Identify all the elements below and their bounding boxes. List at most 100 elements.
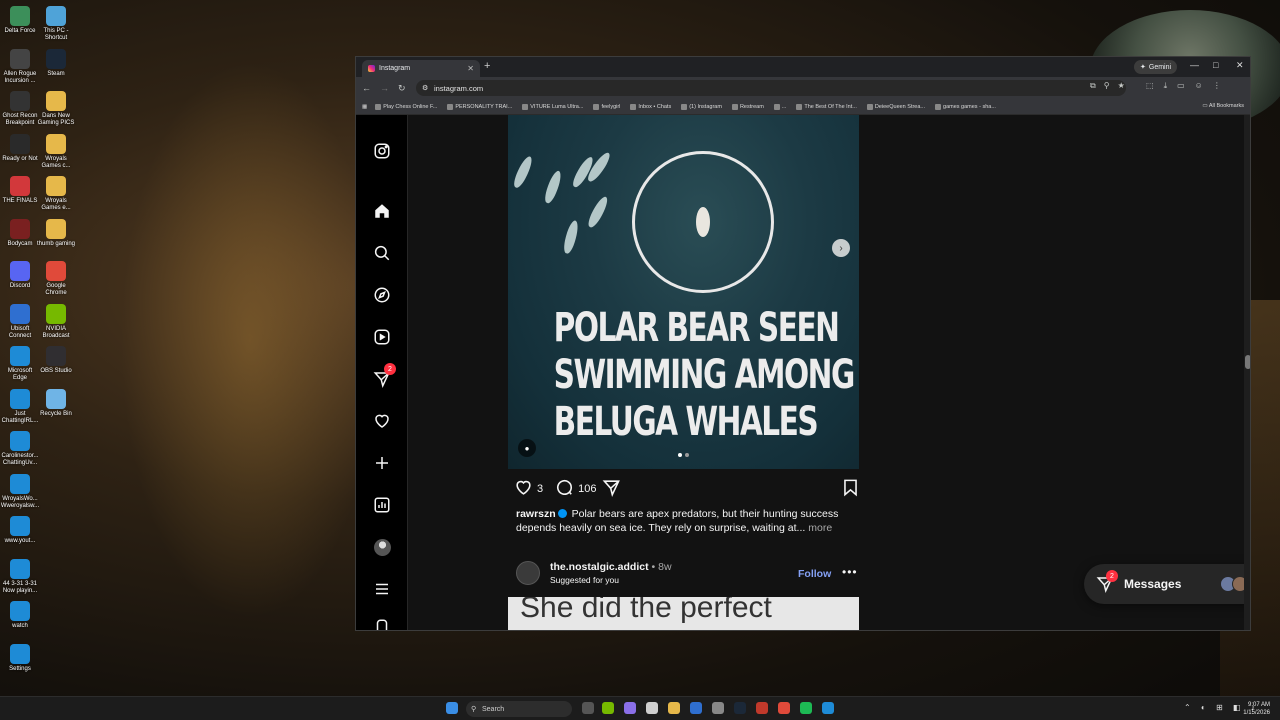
desktop-icon[interactable]: Google Chrome [36, 261, 76, 297]
back-icon[interactable]: ← [362, 83, 371, 93]
reload-icon[interactable]: ↻ [398, 83, 406, 94]
zoom-icon[interactable]: ⚲ [1104, 81, 1110, 91]
messages-button[interactable]: 2 Messages [1084, 564, 1250, 604]
bookmark-item[interactable]: Inbox • Chats [630, 103, 671, 110]
desktop-icon[interactable]: Recycle Bin [36, 388, 76, 418]
close-window-button[interactable]: ✕ [1236, 60, 1244, 71]
desktop-icon[interactable]: thumb gaming [36, 218, 76, 248]
site-info-icon[interactable]: ⚙ [422, 84, 428, 92]
desktop-icon[interactable]: Wroyals Games c... [36, 133, 76, 170]
settings-icon[interactable] [712, 702, 724, 714]
dashboard-icon[interactable] [372, 495, 392, 515]
menu-icon[interactable]: ⋮ [1213, 81, 1221, 91]
desktop-icon[interactable]: OBS Studio [36, 346, 76, 375]
desktop-icon[interactable]: Microsoft Edge [0, 346, 40, 382]
share-icon[interactable] [602, 478, 621, 500]
start-icon[interactable] [446, 702, 458, 714]
desktop-icon[interactable]: Ubisoft Connect [0, 303, 40, 340]
bookmark-item[interactable]: (1) Instagram [681, 103, 722, 110]
app-icon[interactable] [646, 702, 658, 714]
desktop-icon[interactable]: www.yout... [0, 516, 40, 545]
profile-icon[interactable]: ☺ [1195, 81, 1203, 91]
desktop-icon[interactable]: This PC - Shortcut [36, 6, 76, 42]
bookmark-item[interactable]: Play Chess Online F... [375, 103, 437, 110]
bookmark-item[interactable]: Restream [731, 103, 764, 110]
bookmark-item[interactable]: games games - sha... [935, 103, 996, 110]
desktop-icon[interactable]: NVIDIA Broadcast [36, 303, 76, 340]
desktop-icon[interactable]: Carolinestor... ChattingUv... [0, 431, 40, 467]
desktop-icon[interactable]: Dans New Gaming PICS [36, 91, 76, 127]
minimize-button[interactable]: — [1190, 60, 1199, 70]
desktop-icon[interactable]: Ghost Recon Breakpoint [0, 91, 40, 127]
next-slide-button[interactable]: › [832, 239, 850, 257]
copilot-icon[interactable] [624, 702, 636, 714]
desktop-icon[interactable]: Just ChattingIRL... [0, 388, 40, 425]
bookmark-item[interactable]: feelygirl [593, 103, 620, 110]
follow-button[interactable]: Follow [798, 568, 831, 580]
desktop-icon[interactable]: 44 3-31 3-31 Now playin... [0, 558, 40, 595]
desktop-icon[interactable]: Delta Force [0, 6, 40, 35]
desktop-icon[interactable]: watch [0, 601, 40, 630]
search-icon[interactable] [372, 243, 392, 263]
download-icon[interactable]: ⤓ [1164, 81, 1168, 91]
desktop-icon[interactable]: THE FINALS [0, 176, 40, 205]
desktop-icon[interactable]: Bodycam [0, 218, 40, 248]
comment-count[interactable]: 106 [578, 483, 596, 495]
app-icon[interactable] [690, 702, 702, 714]
scrollbar[interactable] [1244, 115, 1250, 630]
threads-icon[interactable] [372, 617, 392, 630]
reels-icon[interactable] [372, 327, 392, 347]
explore-icon[interactable] [372, 285, 392, 305]
file-explorer-icon[interactable] [668, 702, 680, 714]
all-bookmarks[interactable]: ▭ All Bookmarks [1202, 103, 1244, 109]
desktop-icon[interactable]: Ready or Not [0, 133, 40, 163]
more-options-icon[interactable]: ••• [842, 565, 858, 579]
maximize-button[interactable]: □ [1213, 60, 1218, 70]
profile-avatar[interactable] [372, 537, 392, 557]
extensions-icon[interactable]: ⬚ [1146, 81, 1154, 91]
messenger-icon[interactable]: 2 [372, 363, 396, 389]
app-icon[interactable] [756, 702, 768, 714]
bookmark-item[interactable]: The Best Of The Int... [796, 103, 857, 110]
taskbar-clock[interactable]: 9:07 AM 1/15/2026 [1243, 701, 1270, 717]
scroll-thumb[interactable] [1245, 355, 1250, 369]
avatar[interactable] [516, 561, 540, 585]
bookmark-item[interactable]: ... [773, 103, 786, 110]
bookmark-item[interactable]: DeieeQueen Strea... [866, 103, 925, 110]
bookmark-item[interactable]: PERSONALITY TRAI... [447, 103, 512, 110]
create-icon[interactable] [372, 453, 392, 473]
desktop-icon[interactable]: WroyalsWo... Wweroyalsw... [0, 473, 40, 510]
steam-icon[interactable] [734, 702, 746, 714]
desktop-icon[interactable]: Discord [0, 261, 40, 290]
address-bar[interactable]: ⚙ instagram.com [416, 80, 1126, 96]
gemini-button[interactable]: ✦ Gemini [1134, 60, 1178, 74]
task-view-icon[interactable] [582, 702, 594, 714]
comment-icon[interactable] [555, 478, 574, 500]
more-menu-icon[interactable] [372, 579, 392, 599]
tagged-user-icon[interactable]: ● [518, 439, 536, 457]
taskbar-search[interactable]: ⚲ Search [466, 701, 572, 717]
like-icon[interactable] [514, 478, 533, 500]
heart-icon[interactable] [372, 411, 392, 431]
instagram-logo-icon[interactable] [372, 141, 392, 161]
save-icon[interactable] [841, 478, 860, 500]
caption-username[interactable]: rawrszn [516, 508, 556, 520]
bookmark-item[interactable]: VITURE Luma Ultra... [522, 103, 583, 110]
side-panel-icon[interactable]: ▭ [1177, 81, 1185, 91]
forward-icon[interactable]: → [380, 83, 389, 93]
desktop-icon[interactable]: Steam [36, 48, 76, 78]
chrome-icon[interactable] [778, 702, 790, 714]
desktop-icon[interactable]: Settings [0, 643, 40, 673]
like-count[interactable]: 3 [537, 483, 543, 495]
nvidia-icon[interactable] [602, 702, 614, 714]
close-tab-icon[interactable]: ✕ [467, 64, 474, 73]
tab-instagram[interactable]: Instagram ✕ [362, 60, 480, 77]
bookmark-star-icon[interactable]: ★ [1118, 81, 1125, 91]
edge-icon[interactable] [822, 702, 834, 714]
post2-username[interactable]: the.nostalgic.addict • 8w [550, 561, 672, 573]
desktop-icon[interactable]: Allen Rogue Incursion ... [0, 48, 40, 85]
more-link[interactable]: more [808, 522, 832, 534]
post-image[interactable]: POLAR BEAR SEEN SWIMMING AMONG BELUGA WH… [508, 115, 859, 469]
install-icon[interactable]: ⧉ [1090, 81, 1096, 91]
desktop-icon[interactable]: Wroyals Games e... [36, 176, 76, 212]
